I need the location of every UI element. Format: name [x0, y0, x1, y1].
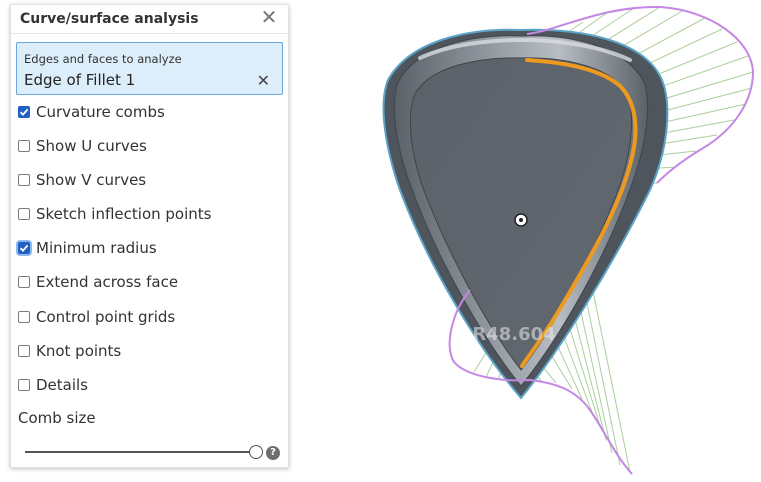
min-radius-label: R48.604	[472, 324, 555, 345]
origin-marker[interactable]	[514, 213, 528, 227]
3d-viewport[interactable]: R48.604	[0, 0, 761, 482]
